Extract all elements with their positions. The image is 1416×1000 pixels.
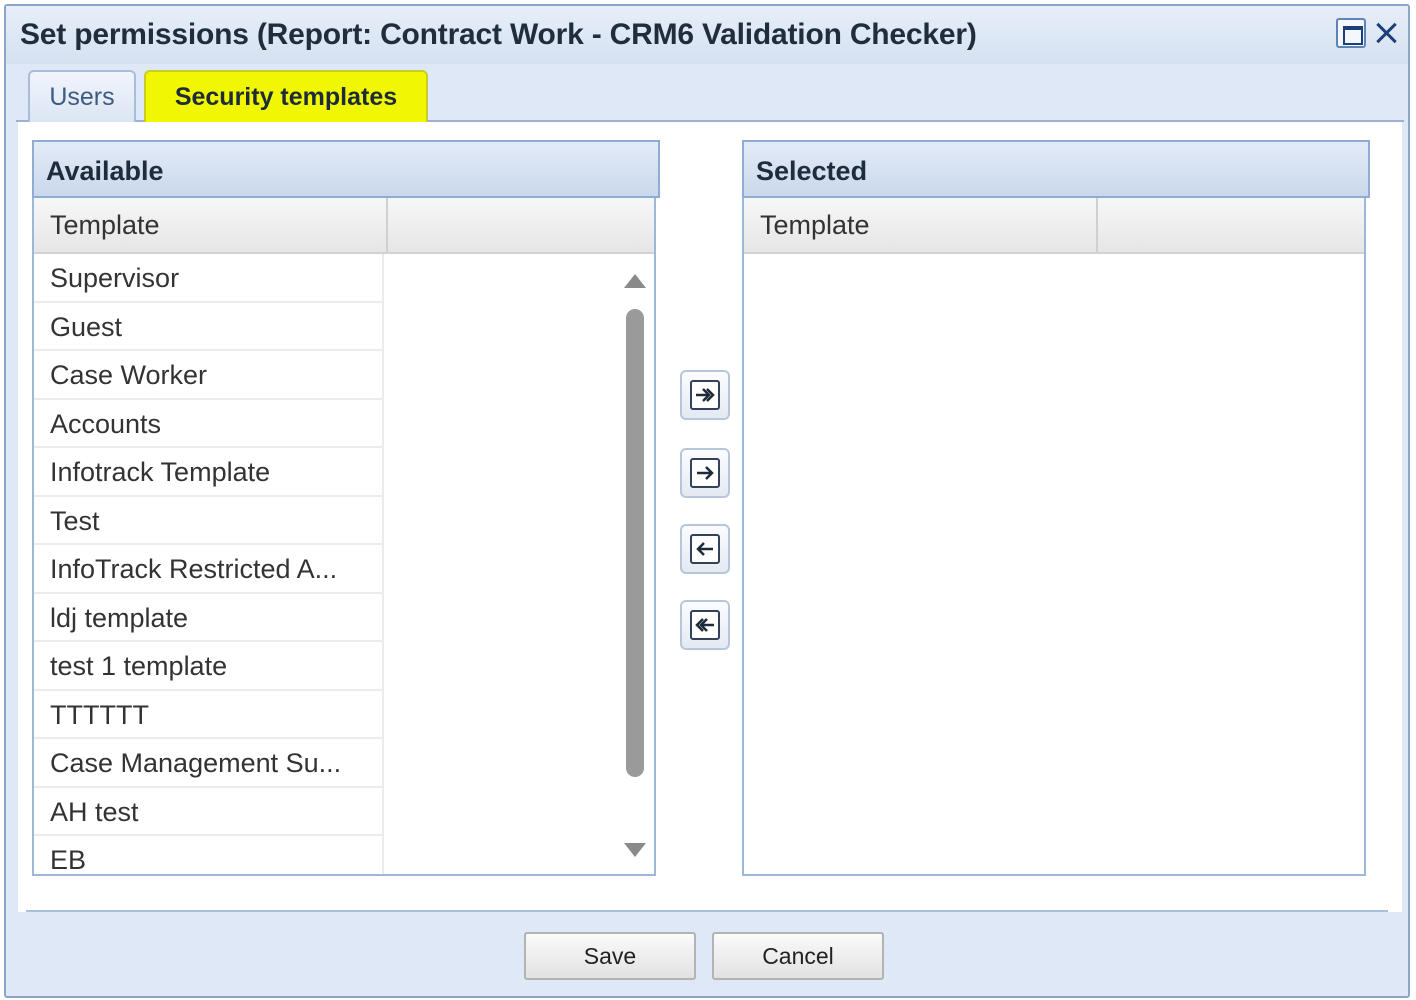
dialog-body: Available Template Supervisor Guest Case… — [18, 122, 1402, 912]
tab-users-label: Users — [49, 82, 115, 111]
close-icon[interactable] — [1372, 18, 1402, 48]
list-item[interactable]: InfoTrack Restricted A... — [34, 545, 384, 594]
save-button[interactable]: Save — [524, 932, 696, 980]
add-all-icon — [690, 380, 720, 410]
remove-icon — [690, 534, 720, 564]
remove-all-button[interactable] — [680, 600, 730, 650]
footer-divider — [26, 910, 1388, 912]
list-item[interactable]: TTTTTT — [34, 690, 384, 739]
selected-grid[interactable]: Template — [742, 198, 1366, 876]
available-scrollbar[interactable] — [620, 266, 650, 866]
add-all-button[interactable] — [680, 370, 730, 420]
available-header: Available — [32, 140, 660, 198]
list-item[interactable]: Supervisor — [34, 254, 384, 303]
list-item[interactable]: test 1 template — [34, 642, 384, 691]
cancel-button[interactable]: Cancel — [712, 932, 884, 980]
maximize-icon[interactable] — [1336, 18, 1366, 48]
available-grid: Template Supervisor Guest Case Worker Ac… — [32, 198, 656, 876]
list-item[interactable]: Test — [34, 496, 384, 545]
remove-button[interactable] — [680, 524, 730, 574]
scroll-up-icon[interactable] — [624, 274, 646, 288]
list-item[interactable]: Guest — [34, 302, 384, 351]
tab-security-templates-label: Security templates — [174, 82, 398, 111]
tab-security-templates[interactable]: Security templates — [144, 70, 428, 122]
list-item[interactable]: ldj template — [34, 593, 384, 642]
list-item[interactable]: Case Management Su... — [34, 739, 384, 788]
available-column-template[interactable]: Template — [34, 198, 388, 252]
add-button[interactable] — [680, 448, 730, 498]
tab-users[interactable]: Users — [28, 70, 136, 122]
scroll-down-icon[interactable] — [624, 843, 646, 857]
available-grid-header: Template — [34, 198, 654, 254]
selected-column-template[interactable]: Template — [744, 198, 1098, 252]
selected-panel: Selected Template — [742, 140, 1370, 876]
list-item[interactable]: Infotrack Template — [34, 448, 384, 497]
add-icon — [690, 458, 720, 488]
tab-bar: Users Security templates — [16, 64, 1404, 122]
list-item[interactable]: Case Worker — [34, 351, 384, 400]
available-panel: Available Template Supervisor Guest Case… — [32, 140, 660, 876]
scroll-thumb[interactable] — [626, 309, 644, 777]
selected-header: Selected — [742, 140, 1370, 198]
remove-all-icon — [690, 610, 720, 640]
selected-grid-header: Template — [744, 198, 1364, 254]
list-item[interactable]: EB — [34, 836, 384, 874]
list-item[interactable]: Accounts — [34, 399, 384, 448]
available-rows: Supervisor Guest Case Worker Accounts In… — [34, 254, 384, 874]
permissions-dialog: Set permissions (Report: Contract Work -… — [4, 4, 1410, 998]
dialog-title: Set permissions (Report: Contract Work -… — [20, 18, 977, 51]
title-bar[interactable]: Set permissions (Report: Contract Work -… — [6, 6, 1408, 64]
list-item[interactable]: AH test — [34, 787, 384, 836]
